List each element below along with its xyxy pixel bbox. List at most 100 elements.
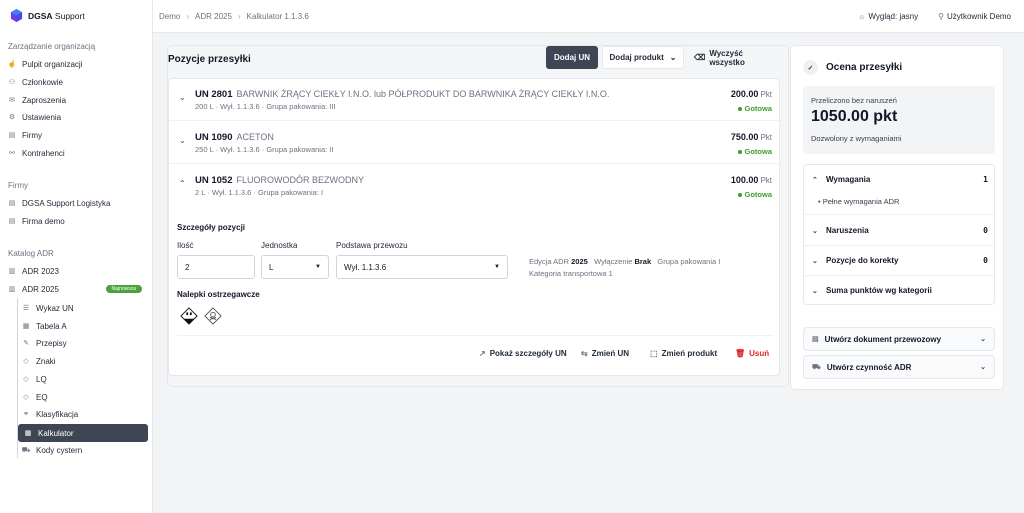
quantity-input[interactable]: 2 [177,255,255,279]
requirement-bullet: • Pełne wymagania ADR [818,197,900,206]
accordion-count: 0 [983,226,988,235]
unit-value: L [269,262,274,272]
basis-label: Podstawa przewozu [336,241,408,250]
chevron-up-icon: ⌃ [812,176,818,184]
section-org-title: Zarządzanie organizacją [8,42,96,51]
theme-toggle[interactable]: ☼ Wygląd: jasny [858,12,918,21]
breadcrumb-item[interactable]: ADR 2025 [195,12,232,21]
sidebar-item-label: Firmy [22,130,42,140]
sidebar-item-settings[interactable]: ⚙ Ustawienia [8,109,148,125]
user-menu[interactable]: ⚲ Użytkownik Demo [938,12,1011,21]
create-adr-task-button[interactable]: ⛟ Utwórz czynność ADR ⌄ [803,355,995,379]
assessment-summary: Przeliczono bez naruszeń 1050.00 pkt Doz… [803,86,995,154]
item-un: UN 1052 [195,175,233,186]
hand-icon: ☝ [7,61,17,68]
accordion-count: 0 [983,256,988,265]
divider [804,245,994,246]
accordion-points-by-category[interactable]: ⌄ Suma punktów wg kategorii [812,286,988,295]
basis-select[interactable]: Wył. 1.1.3.6 ▼ [336,255,508,279]
clear-all-button[interactable]: ⌫ Wyczyść wszystko [694,46,776,69]
item-name: ACETON [236,132,274,142]
topbar: Demo › ADR 2025 › Kalkulator 1.1.3.6 ☼ Wy… [153,0,1024,33]
users-icon: ⚇ [8,79,16,86]
item-points: 750.00 Pkt [731,132,772,142]
list-item-expanded[interactable]: ⌃ UN 1052 FLUOROWODÓR BEZWODNY 2 L · Wył.… [169,165,781,207]
details-meta-line2: Kategoria transportowa 1 [529,269,613,278]
brand-logo[interactable]: DGSA Support [10,9,85,22]
change-un-button[interactable]: ⇆ Zmień UN [581,349,629,358]
sidebar-item-label: Pulpit organizacji [22,59,83,69]
sidebar-item-calculator[interactable]: ▦ Kalkulator [18,424,148,442]
diamond-icon: ◇ [23,394,29,401]
status-badge: Gotowa [737,147,772,156]
sidebar-item-invitations[interactable]: ✉ Zaproszenia [8,92,148,108]
sidebar-item-adr2025[interactable]: ▥ ADR 2025 Najnowsza [8,281,148,297]
section-firms-title: Firmy [8,181,28,190]
sidebar-item-tank-codes[interactable]: ⛟ Kody cystern [22,442,148,458]
change-product-button[interactable]: ⬚ Zmień produkt [650,349,717,358]
sidebar-item-un-list[interactable]: ☰ Wykaz UN [22,300,148,316]
unit-select[interactable]: L ▼ [261,255,329,279]
sidebar-item-members[interactable]: ⚇ Członkowie [8,74,148,90]
sidebar-item-firms[interactable]: ▤ Firmy [8,127,148,143]
show-un-details-button[interactable]: ↗ Pokaż szczegóły UN [479,349,567,358]
item-name: BARWNIK ŻRĄCY CIEKŁY I.N.O. lub PÓŁPRODU… [236,89,610,99]
caret-down-icon: ▼ [494,264,500,270]
sidebar-item-dashboard[interactable]: ☝ Pulpit organizacji [8,56,148,72]
chevron-up-icon[interactable]: ⌃ [179,179,186,188]
sidebar-item-signs[interactable]: ◇ Znaki [22,353,148,369]
chevron-down-icon: ⌄ [669,53,677,62]
breadcrumb-item-current: Kalkulator 1.1.3.6 [246,12,309,21]
eraser-icon: ⌫ [694,53,706,62]
shipment-panel: Pozycje przesyłki Dodaj UN Dodaj produkt… [167,45,789,387]
sidebar-item-lq[interactable]: ◇ LQ [22,371,148,387]
accordion-label: Naruszenia [826,226,869,235]
user-icon: ⚲ [938,12,944,21]
accordion-violations[interactable]: ⌄ Naruszenia 0 [812,226,988,235]
add-un-button[interactable]: Dodaj UN [546,46,598,69]
breadcrumb-item[interactable]: Demo [159,12,180,21]
sidebar-item-label: DGSA Support Logistyka [22,198,111,208]
chevron-down-icon: ⌄ [812,227,818,235]
assessment-panel: ✓ Ocena przesyłki Przeliczono bez narusz… [790,45,1004,390]
sidebar-item-adr2023[interactable]: ▥ ADR 2023 [8,263,148,279]
requirement-text: Pełne wymagania ADR [822,197,900,206]
chevron-down-icon[interactable]: ⌄ [179,93,186,102]
sidebar-item-classification[interactable]: ⚭ Klasyfikacja [22,406,148,422]
packing-group-value: I [718,257,721,266]
accordion-corrections[interactable]: ⌄ Pozycje do korekty 0 [812,256,988,265]
item-title: UN 2801 BARWNIK ŻRĄCY CIEKŁY I.N.O. lub P… [195,89,609,100]
calc-status-text: Przeliczono bez naruszeń [811,96,897,105]
remove-button[interactable]: 🗑 Usuń [735,349,769,358]
sidebar-item-regulations[interactable]: ✎ Przepisy [22,335,148,351]
book-icon: ▥ [8,268,16,275]
sidebar-item-eq[interactable]: ◇ EQ [22,389,148,405]
sidebar-item-label: ADR 2023 [22,266,59,276]
sidebar-item-label: Członkowie [22,77,63,87]
item-subtitle: 2 L · Wył. 1.1.3.6 · Grupa pakowania: I [195,188,324,197]
chevron-down-icon[interactable]: ⌄ [179,136,186,145]
accordion-requirements[interactable]: ⌃ Wymagania 1 [812,175,988,184]
status-label: Gotowa [744,104,773,113]
list-item[interactable]: ⌄ UN 1090 ACETON 250 L · Wył. 1.1.3.6 · G… [169,122,781,164]
show-un-details-label: Pokaż szczegóły UN [489,349,567,358]
sidebar-item-firm-logistics[interactable]: ▤ DGSA Support Logistyka [8,195,148,211]
clear-all-label: Wyczyść wszystko [709,48,745,67]
sidebar-item-firm-demo[interactable]: ▤ Firma demo [8,213,148,229]
pencil-icon: ✎ [23,340,29,347]
sidebar-item-label: Kalkulator [38,428,74,438]
create-transport-document-button[interactable]: ▤ Utwórz dokument przewozowy ⌄ [803,327,995,351]
breadcrumb-separator: › [237,12,241,21]
item-points-value: 200.00 [730,89,759,99]
change-product-label: Zmień produkt [661,349,718,358]
item-un: UN 2801 [195,89,233,100]
add-product-button[interactable]: Dodaj produkt ⌄ [602,46,684,69]
details-meta-line1: Edycja ADR 2025 Wyłączenie Brak Grupa pa… [529,257,720,266]
list-item[interactable]: ⌄ UN 2801 BARWNIK ŻRĄCY CIEKŁY I.N.O. lub… [169,79,781,121]
status-label: Gotowa [744,190,773,199]
sidebar-item-table-a[interactable]: ▦ Tabela A [22,318,148,334]
create-task-label: Utwórz czynność ADR [826,362,912,372]
calculator-icon: ▦ [24,430,32,437]
sidebar-item-label: LQ [36,374,47,384]
sidebar-item-contractors[interactable]: ⚯ Kontrahenci [8,145,148,161]
